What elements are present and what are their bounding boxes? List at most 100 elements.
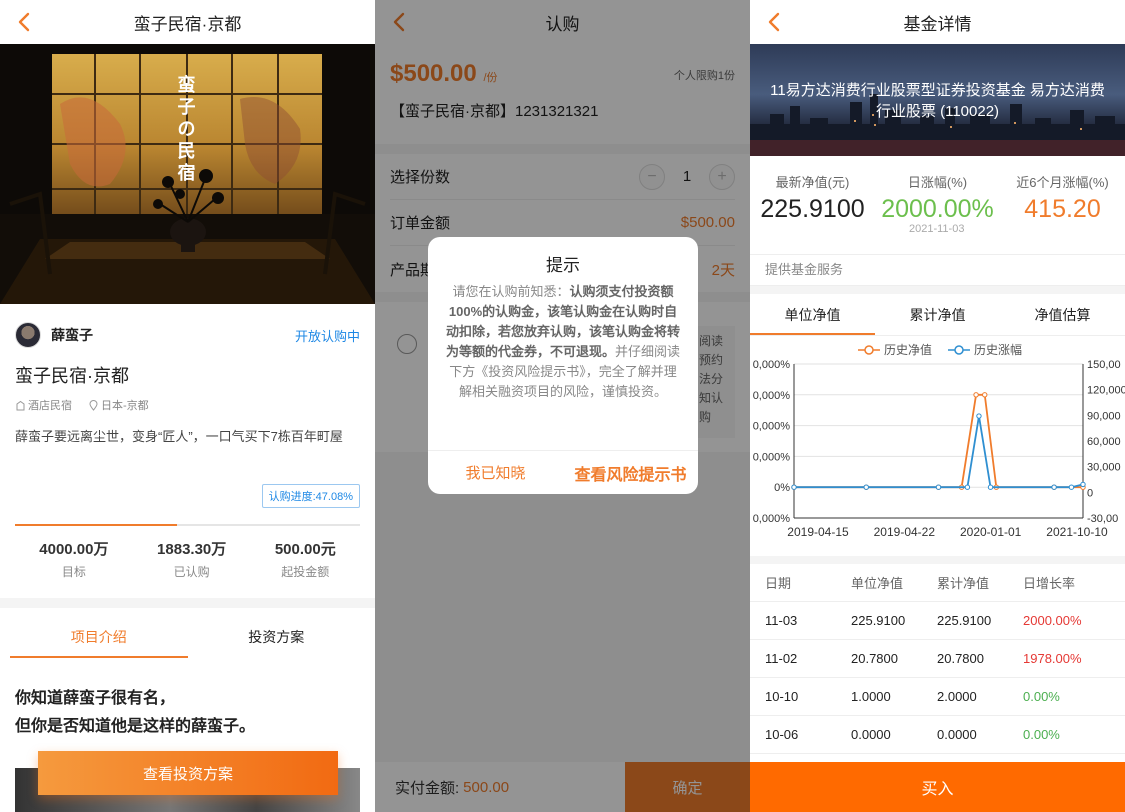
y-right-tick-label: 30,000	[1087, 462, 1121, 474]
fund-banner: 11易方达消费行业股票型证券投资基金 易方达消费行业股票 (110022)	[750, 44, 1125, 156]
y-left-tick-label: 0,000%	[753, 451, 791, 463]
series-point	[863, 484, 869, 490]
x-tick-label: 2020-01-01	[960, 525, 1022, 539]
stat-label: 起投金额	[281, 565, 330, 579]
dialog-body: 请您在认购前知悉：认购须支付投资额100%的认购金，该笔认购金在认购时自动扣除，…	[428, 276, 698, 456]
fund-name: 11易方达消费行业股票型证券投资基金 易方达消费行业股票 (110022)	[770, 82, 1105, 120]
building-icon	[16, 400, 25, 410]
cell-unit-nav: 225.9100	[851, 613, 906, 628]
tab-unit-nav[interactable]: 单位净值	[750, 300, 875, 335]
cell-date: 11-02	[765, 651, 798, 666]
progress-bar	[15, 524, 360, 526]
location-icon	[89, 399, 98, 411]
y-right-tick-label: -30,00	[1087, 513, 1118, 525]
open-status: 开放认购中	[294, 328, 360, 344]
stat-target: 4000.00万 目标	[39, 538, 108, 580]
series-point	[976, 413, 982, 419]
divider	[750, 286, 1125, 294]
progress-bar-fill	[15, 524, 178, 526]
nav-title: 基金详情	[903, 14, 972, 34]
cell-growth: 0.00%	[1023, 727, 1060, 742]
legend-label: 历史净值	[884, 342, 932, 357]
y-right-tick-label: 150,00	[1087, 359, 1121, 371]
view-plan-button[interactable]: 查看投资方案	[38, 751, 338, 795]
series-point	[1068, 484, 1075, 490]
y-right-tick-label: 120,000	[1087, 385, 1125, 397]
cell-date: 11-03	[765, 613, 798, 628]
series-point	[791, 484, 797, 490]
series-point	[1051, 484, 1057, 490]
intro-line-1: 你知道薛蛮子很有名，	[15, 690, 176, 707]
series-point	[982, 392, 988, 398]
table-row: 10-06 0.0000 0.0000 0.00%	[750, 716, 1125, 754]
table-row: 10-10 1.0000 2.0000 0.00%	[750, 678, 1125, 716]
tab-nav-estimate[interactable]: 净值估算	[1000, 300, 1125, 335]
hero-image: 蛮子の民宿	[0, 44, 375, 304]
y-right-tick-label: 60,000	[1087, 436, 1121, 448]
fund-detail-panel: 基金详情 11易方达消费行业股票型证券投资基金 易方达消费行业股票 (11002…	[750, 0, 1125, 812]
stat-value: 4000.00万	[39, 541, 109, 558]
intro-line-2: 但你是否知道他是这样的薛蛮子。	[15, 718, 256, 735]
y-left-tick-label: 0,000%	[753, 421, 791, 433]
cell-unit-nav: 0.0000	[851, 727, 891, 742]
buy-button[interactable]: 买入	[750, 762, 1125, 812]
tab-accumulated-nav[interactable]: 累计净值	[875, 300, 1000, 335]
metric-label: 最新净值(元)	[775, 175, 850, 190]
metric-label: 近6个月涨幅(%)	[1016, 175, 1109, 190]
view-risk-doc-button[interactable]: 查看风险提示书	[563, 451, 698, 494]
cell-growth: 2000.00%	[1023, 613, 1082, 628]
avatar[interactable]	[15, 322, 41, 348]
back-icon[interactable]	[14, 11, 36, 33]
stat-value: 1883.30万	[157, 541, 227, 558]
project-detail-panel: 蛮子民宿·京都 蛮子の民宿 薛蛮子 开放认购中 蛮子民宿·京都 酒店民宿 日本-…	[0, 0, 375, 812]
stats: 4000.00万 目标 1883.30万 已认购 500.00元 起投金额	[15, 538, 360, 580]
stat-min-invest: 500.00元 起投金额	[275, 538, 336, 580]
back-icon[interactable]	[764, 11, 786, 33]
nav-chart: 历史净值 历史涨幅 0,000% 0,000% 0,000% 0,000% 0% 0,000%…	[750, 338, 1125, 548]
fund-service[interactable]: 提供基金服务	[750, 254, 1125, 286]
cell-acc-nav: 2.0000	[937, 689, 977, 704]
tag-location: 日本-京都	[88, 397, 149, 413]
tab-investment-plan[interactable]: 投资方案	[188, 622, 366, 658]
nav-bar: 蛮子民宿·京都	[0, 0, 375, 44]
stat-subscribed: 1883.30万 已认购	[157, 538, 226, 580]
nav-tab-bar: 单位净值 累计净值 净值估算	[750, 300, 1125, 336]
cell-growth: 0.00%	[1023, 689, 1060, 704]
tab-project-intro[interactable]: 项目介绍	[10, 622, 188, 658]
project-description: 薛蛮子要远离尘世，变身“匠人”，一口气买下7栋百年町屋	[15, 429, 343, 444]
legend-label: 历史涨幅	[974, 342, 1022, 357]
cell-unit-nav: 20.7800	[851, 651, 898, 666]
series-point	[1080, 481, 1086, 488]
tag-location-label: 日本-京都	[101, 400, 149, 412]
y-left-tick-label: 0,000%	[753, 359, 791, 371]
x-tick-label: 2021-10-10	[1046, 525, 1108, 539]
stat-value: 500.00元	[274, 541, 336, 558]
series-point	[964, 484, 971, 490]
legend-marker	[954, 345, 964, 355]
stat-label: 已认购	[173, 565, 210, 579]
divider	[0, 598, 375, 608]
x-tick-label: 2019-04-15	[787, 525, 849, 539]
y-left-tick-label: 0,000%	[753, 390, 791, 402]
nav-title: 蛮子民宿·京都	[133, 14, 242, 34]
series-line	[794, 393, 1083, 489]
x-tick-label: 2019-04-22	[874, 525, 936, 539]
nav-bar: 基金详情	[750, 0, 1125, 44]
dialog-title: 提示	[546, 256, 580, 275]
metric-date: 2021-11-03	[909, 223, 965, 235]
y-left-tick-label: 0%	[774, 482, 790, 494]
cell-acc-nav: 0.0000	[937, 727, 977, 742]
project-title: 蛮子民宿·京都	[15, 366, 129, 386]
tag-type: 酒店民宿	[15, 397, 72, 413]
intro-text: 你知道薛蛮子很有名， 但你是否知道他是这样的薛蛮子。	[15, 685, 255, 741]
host-name: 薛蛮子	[51, 327, 93, 343]
cell-acc-nav: 20.7800	[937, 651, 984, 666]
table-header: 日期 单位净值 累计净值 日增长率	[750, 564, 1125, 602]
metric-label: 日涨幅(%)	[907, 175, 968, 190]
acknowledge-button[interactable]: 我已知晓	[428, 451, 563, 494]
hero-brand-text: 蛮子の民宿	[177, 75, 197, 183]
metric-6m-change: 近6个月涨幅(%) 415.20	[1000, 172, 1125, 224]
nav-table: 日期 单位净值 累计净值 日增长率 11-03 225.9100 225.910…	[750, 564, 1125, 754]
project-tags: 酒店民宿 日本-京都	[15, 397, 149, 413]
stat-label: 目标	[61, 565, 86, 579]
